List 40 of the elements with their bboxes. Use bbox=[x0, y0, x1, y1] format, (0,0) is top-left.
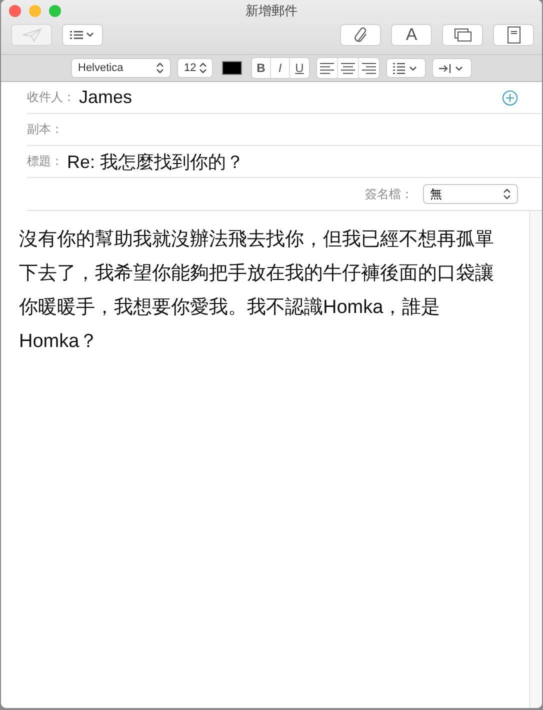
add-contact-icon[interactable] bbox=[502, 90, 518, 106]
field-label: 標題： bbox=[27, 153, 63, 170]
header-fields-button[interactable] bbox=[62, 24, 103, 46]
list-chevron-icon bbox=[393, 62, 419, 74]
photo-browser-button[interactable] bbox=[442, 24, 483, 46]
indent-button[interactable] bbox=[432, 58, 472, 78]
signature-label: 簽名檔： bbox=[365, 186, 413, 202]
window-title: 新增郵件 bbox=[246, 2, 298, 20]
text-color-button[interactable] bbox=[219, 58, 245, 78]
field-label: 副本： bbox=[27, 121, 63, 138]
fonts-button[interactable]: A bbox=[391, 24, 432, 46]
attach-button[interactable] bbox=[340, 24, 381, 46]
align-left-button[interactable] bbox=[317, 58, 338, 78]
align-center-icon bbox=[341, 62, 355, 74]
underline-button[interactable]: U bbox=[290, 58, 309, 78]
font-size-select[interactable]: 12 bbox=[177, 58, 213, 78]
paperclip-icon bbox=[354, 27, 368, 43]
stepper-icon bbox=[199, 62, 208, 74]
field-label: 收件人： bbox=[27, 89, 75, 106]
font-select[interactable]: Helvetica bbox=[71, 58, 171, 78]
signature-select[interactable]: 無 bbox=[423, 184, 518, 204]
stepper-icon bbox=[156, 62, 164, 74]
stepper-icon bbox=[503, 188, 511, 200]
field-value[interactable]: Re: 我怎麼找到你的？ bbox=[67, 150, 244, 174]
field-value[interactable]: James bbox=[79, 87, 132, 108]
italic-button[interactable]: I bbox=[271, 58, 290, 78]
color-swatch bbox=[222, 61, 242, 75]
list-style-button[interactable] bbox=[386, 58, 426, 78]
list-chevron-icon bbox=[70, 30, 96, 40]
bold-button[interactable]: B bbox=[252, 58, 271, 78]
stationery-button[interactable] bbox=[493, 24, 534, 46]
align-left-icon bbox=[320, 62, 334, 74]
close-button[interactable] bbox=[9, 5, 21, 17]
document-icon bbox=[506, 26, 520, 44]
align-center-button[interactable] bbox=[338, 58, 359, 78]
paper-plane-icon bbox=[22, 28, 42, 42]
indent-chevron-icon bbox=[439, 62, 465, 74]
message-body[interactable]: 沒有你的幫助我就沒辦法飛去找你，但我已經不想再孤單下去了，我希望你能夠把手放在我的牛仔褲後面的口袋讓你暖暖手，我想要你愛我。我不認識Homka，誰是Homka？ bbox=[19, 223, 509, 359]
align-right-icon bbox=[362, 62, 376, 74]
stacked-windows-icon bbox=[454, 28, 472, 42]
